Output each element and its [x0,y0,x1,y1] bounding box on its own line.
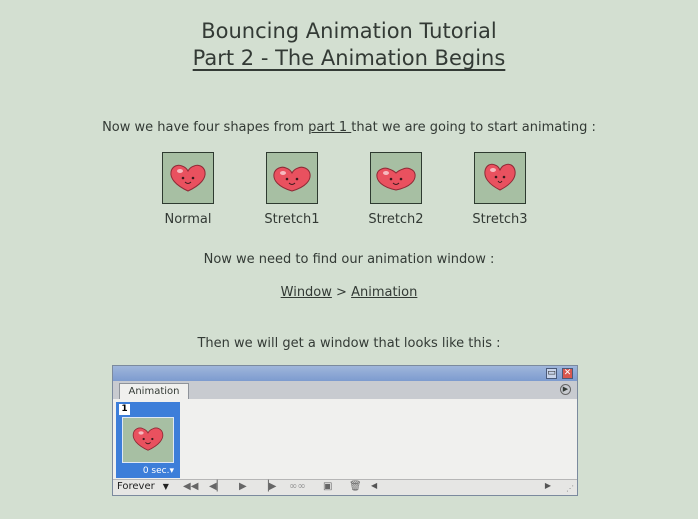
minimize-button[interactable]: ▭ [546,368,557,379]
heart-icon [170,164,206,192]
tutorial-title: Bouncing Animation Tutorial [201,19,497,43]
shape-label-stretch2: Stretch2 [368,212,424,227]
frame-1[interactable]: 1 0 sec.▾ [116,402,180,478]
resize-grip-icon[interactable]: ⋰ [566,484,574,493]
horizontal-scrollbar[interactable]: ◀ ▶ [371,481,551,492]
shape-stretch3 [474,152,526,204]
shape-stretch1 [266,152,318,204]
trash-icon[interactable]: 🗑 [349,481,362,492]
loop-select[interactable]: Forever ▼ [117,481,169,492]
frame-number: 1 [119,404,130,415]
animation-panel: ▭ ✕ Animation ▶ 1 0 sec.▾ Forever ▼ ◀◀ ◀▏… [112,365,578,496]
heart-icon [273,166,311,192]
heart-icon [484,163,516,191]
tutorial-subtitle: Part 2 - The Animation Begins [192,46,506,70]
scroll-left-icon[interactable]: ◀ [371,481,377,490]
then-text: Then we will get a window that looks lik… [197,336,501,351]
window-menu-link[interactable]: Window [281,285,332,300]
frame-delay[interactable]: 0 sec.▾ [143,466,174,476]
shape-normal [162,152,214,204]
animation-toolbar: Forever ▼ ◀◀ ◀▏ ▶ ▕▶ ∞∞ ▣ 🗑 ◀ ▶ ⋰ [113,479,577,495]
menu-path: Window > Animation [280,285,418,300]
frame-thumbnail [122,417,174,463]
new-frame-icon[interactable]: ▣ [323,481,332,492]
panel-titlebar[interactable]: ▭ ✕ [113,366,577,381]
tab-bar: Animation ▶ [113,381,577,399]
panel-menu-icon[interactable]: ▶ [560,384,571,395]
heart-icon [376,167,416,191]
shape-label-stretch1: Stretch1 [264,212,320,227]
play-icon[interactable]: ▶ [239,481,247,492]
find-window-text: Now we need to find our animation window… [203,252,495,267]
shape-stretch2 [370,152,422,204]
part1-link[interactable]: part 1 [308,120,351,135]
tab-animation[interactable]: Animation [119,383,189,399]
tween-icon[interactable]: ∞∞ [289,481,306,492]
heart-icon [132,427,164,451]
animation-menu-link[interactable]: Animation [351,285,417,300]
next-frame-icon[interactable]: ▕▶ [261,481,276,492]
close-button[interactable]: ✕ [562,368,573,379]
dropdown-arrow-icon: ▼ [162,482,169,491]
scroll-right-icon[interactable]: ▶ [545,481,551,490]
shape-label-normal: Normal [164,212,212,227]
shape-label-stretch3: Stretch3 [472,212,528,227]
previous-frame-icon[interactable]: ◀▏ [209,481,224,492]
first-frame-icon[interactable]: ◀◀ [183,481,198,492]
intro-text: Now we have four shapes from part 1 that… [102,120,596,135]
